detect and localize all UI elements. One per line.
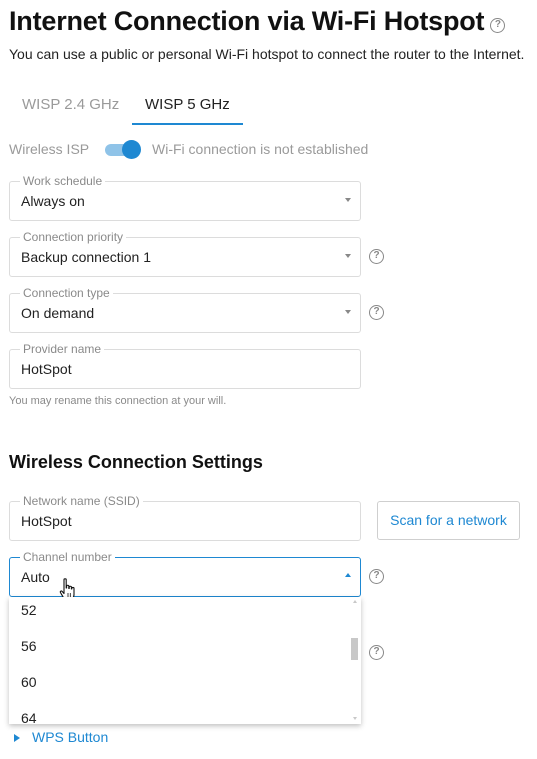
scrollbar-thumb[interactable] (351, 638, 358, 660)
scroll-down-arrow[interactable] (353, 717, 357, 720)
channel-number-value: Auto (21, 569, 50, 585)
connection-type-label: Connection type (20, 286, 113, 300)
connection-type-value: On demand (21, 305, 95, 321)
channel-number-label: Channel number (20, 550, 115, 564)
work-schedule-label: Work schedule (20, 174, 106, 188)
channel-dropdown-list[interactable]: 52 56 60 64 (9, 597, 361, 724)
section-title: Wireless Connection Settings (9, 452, 263, 472)
ssid-value: HotSpot (21, 513, 72, 529)
channel-option[interactable]: 64 (21, 710, 37, 724)
connection-priority-label: Connection priority (20, 230, 127, 244)
wps-button-label: WPS Button (32, 729, 109, 745)
tab-wisp-2-4ghz[interactable]: WISP 2.4 GHz (9, 88, 132, 125)
work-schedule-value: Always on (21, 193, 85, 209)
wireless-isp-toggle[interactable] (103, 140, 141, 160)
help-icon[interactable]: ? (369, 645, 384, 660)
scroll-up-arrow[interactable] (353, 600, 357, 603)
help-icon[interactable]: ? (369, 569, 384, 584)
toggle-knob (122, 140, 141, 159)
wireless-isp-label: Wireless ISP (9, 141, 90, 157)
channel-option[interactable]: 52 (21, 602, 37, 618)
page-title: Internet Connection via Wi-Fi Hotspot? (9, 6, 506, 37)
scan-network-button[interactable]: Scan for a network (377, 501, 520, 540)
connection-status-text: Wi-Fi connection is not established (152, 141, 369, 157)
connection-priority-value: Backup connection 1 (21, 249, 151, 265)
page-description: You can use a public or personal Wi-Fi h… (9, 46, 525, 62)
provider-name-label: Provider name (20, 342, 105, 356)
ssid-field[interactable]: Network name (SSID) HotSpot (9, 494, 361, 541)
help-icon[interactable]: ? (369, 305, 384, 320)
provider-name-hint: You may rename this connection at your w… (9, 395, 227, 407)
wps-button-link[interactable]: WPS Button (14, 729, 108, 745)
chevron-up-icon (345, 573, 351, 577)
ssid-label: Network name (SSID) (20, 494, 143, 508)
page-title-text: Internet Connection via Wi-Fi Hotspot (9, 6, 485, 36)
connection-priority-select[interactable]: Connection priority Backup connection 1 (9, 230, 361, 277)
chevron-down-icon (345, 198, 351, 202)
provider-name-field[interactable]: Provider name HotSpot (9, 342, 361, 389)
work-schedule-select[interactable]: Work schedule Always on (9, 174, 361, 221)
tab-wisp-5ghz[interactable]: WISP 5 GHz (132, 88, 243, 125)
connection-type-select[interactable]: Connection type On demand (9, 286, 361, 333)
help-icon[interactable]: ? (369, 249, 384, 264)
triangle-right-icon (14, 734, 20, 742)
channel-option[interactable]: 56 (21, 638, 37, 654)
channel-option[interactable]: 60 (21, 674, 37, 690)
help-icon[interactable]: ? (490, 18, 506, 33)
chevron-down-icon (345, 310, 351, 314)
chevron-down-icon (345, 254, 351, 258)
provider-name-value: HotSpot (21, 361, 72, 377)
tab-bar: WISP 2.4 GHz WISP 5 GHz (9, 88, 529, 125)
